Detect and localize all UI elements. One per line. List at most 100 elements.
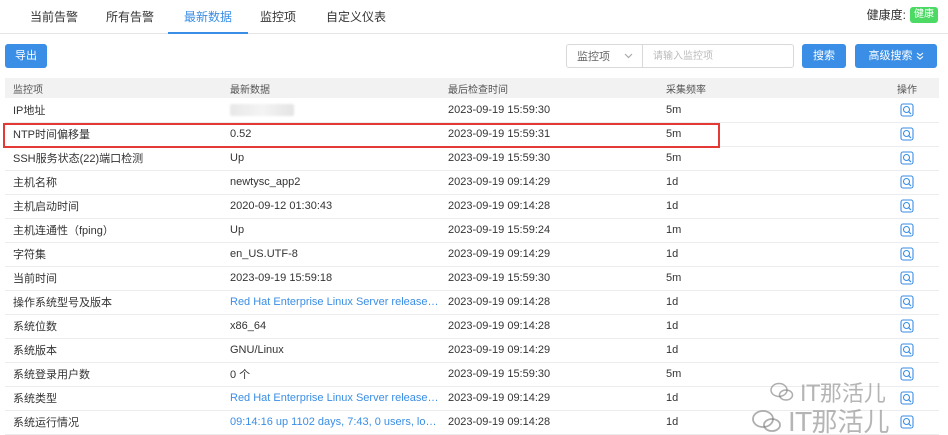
cell-last-check-time: 2023-09-19 15:59:30	[448, 368, 551, 380]
tab-custom-dashboard[interactable]: 自定义仪表	[326, 8, 386, 34]
cell-last-check-time: 2023-09-19 09:14:29	[448, 248, 551, 260]
header-last-check-time[interactable]: 最后检查时间	[440, 78, 658, 98]
cell-monitor-item: 字符集	[13, 249, 46, 261]
cell-latest-data: 0.52	[230, 128, 252, 140]
search-field-select[interactable]: 监控项	[567, 45, 643, 67]
view-detail-icon[interactable]	[900, 223, 914, 237]
chevron-down-icon	[624, 53, 633, 59]
cell-latest-data: en_US.UTF-8	[230, 248, 298, 260]
cell-actions	[875, 290, 939, 314]
tab-monitor-items[interactable]: 监控项	[260, 8, 296, 34]
table-row: 操作系统型号及版本 Red Hat Enterprise Linux Server…	[5, 290, 939, 314]
header-frequency[interactable]: 采集频率	[658, 78, 875, 98]
cell-last-check-time: 2023-09-19 09:14:28	[448, 200, 551, 212]
redacted-value	[230, 103, 294, 116]
health-indicator: 健康度: 健康	[867, 6, 938, 23]
tab-latest-data[interactable]: 最新数据	[168, 8, 249, 34]
latest-data-table: 监控项 最新数据 最后检查时间 采集频率 操作 IP地址 2023-09-19 1…	[5, 78, 939, 435]
cell-frequency: 1d	[666, 344, 679, 356]
cell-latest-data[interactable]: Red Hat Enterprise Linux Server release …	[222, 386, 440, 410]
table-header-row: 监控项 最新数据 最后检查时间 采集频率 操作	[5, 78, 939, 98]
cell-actions	[875, 242, 939, 266]
cell-frequency: 1d	[666, 176, 679, 188]
cell-latest-data	[222, 98, 440, 122]
tab-current-alarms[interactable]: 当前告警	[30, 8, 78, 34]
cell-actions	[875, 146, 939, 170]
cell-latest-data: Up	[230, 152, 245, 164]
cell-monitor-item: 系统登录用户数	[13, 369, 90, 381]
table-row: 主机名称 newtysc_app2 2023-09-19 09:14:29 1d	[5, 170, 939, 194]
cell-frequency: 1d	[666, 392, 679, 404]
search-select-label: 监控项	[577, 51, 610, 63]
cell-monitor-item: 当前时间	[13, 273, 57, 285]
table-row: 系统登录用户数 0 个 2023-09-19 15:59:30 5m	[5, 362, 939, 386]
cell-actions	[875, 314, 939, 338]
tab-all-alarms[interactable]: 所有告警	[106, 8, 154, 34]
search-button[interactable]: 搜索	[802, 44, 846, 68]
cell-last-check-time: 2023-09-19 09:14:29	[448, 392, 551, 404]
cell-last-check-time: 2023-09-19 15:59:24	[448, 224, 551, 236]
header-monitor-item[interactable]: 监控项	[5, 78, 222, 98]
table-row: NTP时间偏移量 0.52 2023-09-19 15:59:31 5m	[5, 122, 939, 146]
cell-actions	[875, 122, 939, 146]
cell-latest-data: 0 个	[230, 369, 251, 381]
export-button[interactable]: 导出	[5, 44, 47, 68]
view-detail-icon[interactable]	[900, 367, 914, 381]
view-detail-icon[interactable]	[900, 343, 914, 357]
cell-last-check-time: 2023-09-19 09:14:29	[448, 176, 551, 188]
cell-last-check-time: 2023-09-19 15:59:30	[448, 103, 551, 116]
advanced-search-button[interactable]: 高级搜索	[855, 44, 937, 68]
cell-frequency: 5m	[666, 152, 682, 164]
cell-monitor-item: 系统位数	[13, 321, 57, 333]
header-actions: 操作	[897, 84, 917, 96]
cell-last-check-time: 2023-09-19 15:59:30	[448, 272, 551, 284]
view-detail-icon[interactable]	[900, 127, 914, 141]
cell-last-check-time: 2023-09-19 15:59:31	[448, 128, 551, 140]
view-detail-icon[interactable]	[900, 199, 914, 213]
tab-bar: 当前告警 所有告警 最新数据 监控项 自定义仪表 健康度: 健康	[0, 0, 948, 34]
table-row: 系统运行情况 09:14:16 up 1102 days, 7:43, 0 use…	[5, 410, 939, 434]
cell-frequency: 5m	[666, 128, 682, 140]
health-label: 健康度:	[866, 8, 906, 22]
cell-monitor-item: SSH服务状态(22)端口检测	[13, 153, 144, 165]
cell-latest-data: newtysc_app2	[230, 176, 301, 188]
cell-latest-data: 2023-09-19 15:59:18	[230, 272, 333, 284]
cell-actions	[875, 194, 939, 218]
advanced-search-label: 高级搜索	[868, 50, 913, 62]
view-detail-icon[interactable]	[900, 391, 914, 405]
header-latest-data[interactable]: 最新数据	[222, 78, 440, 98]
cell-frequency: 1d	[666, 248, 679, 260]
cell-frequency: 5m	[666, 103, 682, 116]
view-detail-icon[interactable]	[900, 415, 914, 429]
health-badge: 健康	[910, 6, 938, 23]
cell-latest-data: 2020-09-12 01:30:43	[230, 200, 333, 212]
view-detail-icon[interactable]	[900, 247, 914, 261]
cell-last-check-time: 2023-09-19 09:14:28	[448, 320, 551, 332]
view-detail-icon[interactable]	[900, 271, 914, 285]
cell-monitor-item: NTP时间偏移量	[13, 129, 90, 141]
cell-actions	[875, 218, 939, 242]
cell-monitor-item: 系统运行情况	[13, 417, 79, 429]
cell-latest-data[interactable]: Red Hat Enterprise Linux Server release …	[222, 290, 440, 314]
cell-frequency: 1d	[666, 320, 679, 332]
cell-actions	[875, 362, 939, 386]
table-row: 主机连通性（fping） Up 2023-09-19 15:59:24 1m	[5, 218, 939, 242]
cell-actions	[875, 386, 939, 410]
view-detail-icon[interactable]	[900, 103, 914, 117]
table-row: 系统类型 Red Hat Enterprise Linux Server rele…	[5, 386, 939, 410]
view-detail-icon[interactable]	[900, 319, 914, 333]
cell-actions	[875, 410, 939, 434]
search-input[interactable]	[643, 46, 793, 66]
view-detail-icon[interactable]	[900, 175, 914, 189]
cell-frequency: 1d	[666, 416, 679, 428]
view-detail-icon[interactable]	[900, 151, 914, 165]
cell-frequency: 5m	[666, 368, 682, 380]
view-detail-icon[interactable]	[900, 295, 914, 309]
cell-latest-data[interactable]: 09:14:16 up 1102 days, 7:43, 0 users, lo…	[222, 410, 440, 434]
cell-actions	[875, 98, 939, 122]
cell-frequency: 1m	[666, 224, 682, 236]
search-box: 监控项	[566, 44, 794, 68]
cell-monitor-item: 主机名称	[13, 177, 57, 189]
cell-monitor-item: 主机启动时间	[13, 201, 79, 213]
cell-monitor-item: 操作系统型号及版本	[13, 297, 112, 309]
